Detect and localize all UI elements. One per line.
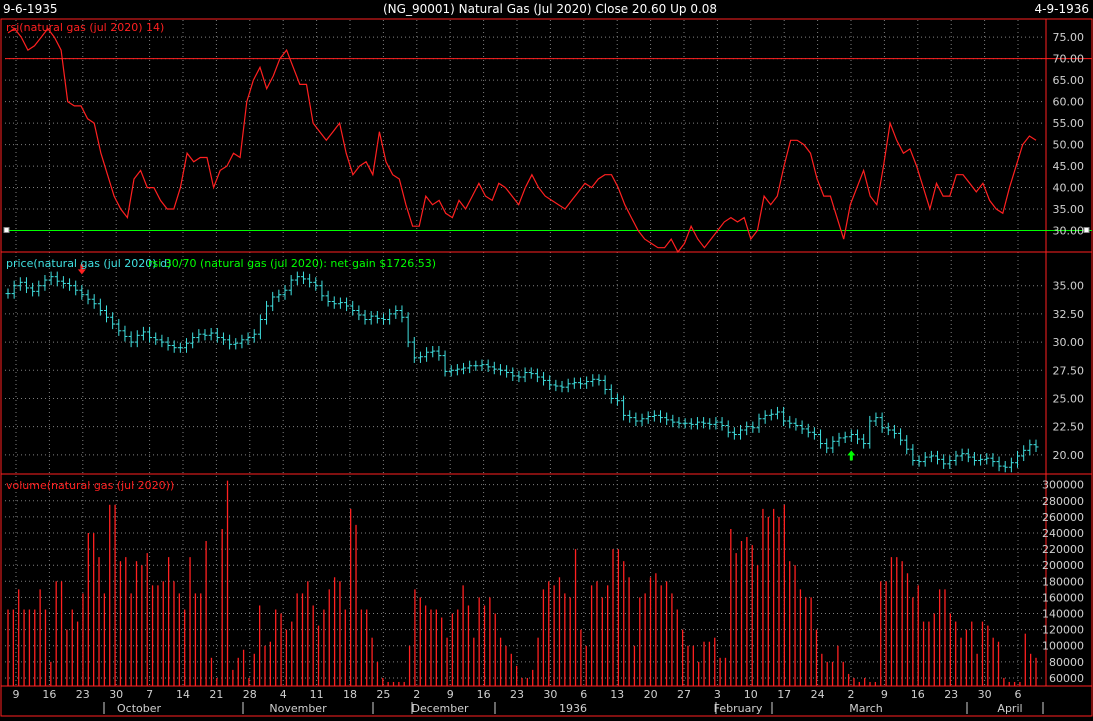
x-day-tick-label: 9 bbox=[881, 688, 888, 701]
x-day-tick-label: 24 bbox=[811, 688, 825, 701]
volume-tick-label: 120000 bbox=[1042, 624, 1084, 637]
chart-background bbox=[0, 0, 1093, 721]
price-tick-label: 27.50 bbox=[1053, 364, 1085, 377]
x-day-tick-label: 16 bbox=[911, 688, 925, 701]
x-day-tick-label: 3 bbox=[714, 688, 721, 701]
x-day-tick-label: 27 bbox=[677, 688, 691, 701]
rsi-tick-label: 45.00 bbox=[1053, 160, 1085, 173]
rsi-tick-label: 75.00 bbox=[1053, 31, 1085, 44]
volume-tick-label: 280000 bbox=[1042, 495, 1084, 508]
x-month-label: February bbox=[714, 702, 763, 715]
x-day-tick-label: 23 bbox=[76, 688, 90, 701]
x-day-tick-label: 16 bbox=[42, 688, 56, 701]
price-tick-label: 25.00 bbox=[1053, 392, 1085, 405]
volume-tick-label: 200000 bbox=[1042, 559, 1084, 572]
rsi-tick-label: 40.00 bbox=[1053, 182, 1085, 195]
x-day-tick-label: 14 bbox=[176, 688, 190, 701]
x-day-tick-label: 2 bbox=[413, 688, 420, 701]
price-tick-label: 30.00 bbox=[1053, 336, 1085, 349]
x-day-tick-label: 18 bbox=[343, 688, 357, 701]
volume-panel-title: volume(natural gas (jul 2020)) bbox=[6, 479, 174, 492]
x-day-tick-label: 23 bbox=[510, 688, 524, 701]
x-day-tick-label: 30 bbox=[109, 688, 123, 701]
x-day-tick-label: 9 bbox=[447, 688, 454, 701]
volume-tick-label: 160000 bbox=[1042, 591, 1084, 604]
x-day-tick-label: 11 bbox=[310, 688, 324, 701]
price-tick-label: 32.50 bbox=[1053, 308, 1085, 321]
x-day-tick-label: 30 bbox=[978, 688, 992, 701]
x-day-tick-label: 6 bbox=[1015, 688, 1022, 701]
volume-tick-label: 220000 bbox=[1042, 543, 1084, 556]
volume-tick-label: 80000 bbox=[1049, 656, 1084, 669]
rsi-tick-label: 55.00 bbox=[1053, 117, 1085, 130]
volume-tick-label: 100000 bbox=[1042, 640, 1084, 653]
x-day-tick-label: 25 bbox=[376, 688, 390, 701]
rsi-tick-label: 35.00 bbox=[1053, 203, 1085, 216]
x-day-tick-label: 10 bbox=[744, 688, 758, 701]
x-day-tick-label: 21 bbox=[209, 688, 223, 701]
x-day-tick-label: 13 bbox=[610, 688, 624, 701]
x-day-tick-label: 28 bbox=[243, 688, 257, 701]
rsi-tick-label: 60.00 bbox=[1053, 96, 1085, 109]
price-panel-subtitle: rsi 30/70 (natural gas (jul 2020): net g… bbox=[148, 257, 436, 270]
volume-tick-label: 300000 bbox=[1042, 479, 1084, 492]
rsi-tick-label: 65.00 bbox=[1053, 74, 1085, 87]
rsi-tick-label: 30.00 bbox=[1053, 225, 1085, 238]
rsi-line-handle bbox=[1083, 227, 1090, 234]
header-end-date: 4-9-1936 bbox=[1035, 2, 1089, 16]
volume-tick-label: 180000 bbox=[1042, 575, 1084, 588]
x-day-tick-label: 6 bbox=[580, 688, 587, 701]
x-day-tick-label: 2 bbox=[848, 688, 855, 701]
price-panel-title: price(natural gas (jul 2020) d) bbox=[6, 257, 171, 270]
x-day-tick-label: 30 bbox=[543, 688, 557, 701]
x-day-tick-label: 7 bbox=[146, 688, 153, 701]
x-month-label: October bbox=[117, 702, 161, 715]
price-tick-label: 20.00 bbox=[1053, 449, 1085, 462]
header-start-date: 9-6-1935 bbox=[3, 2, 57, 16]
rsi-panel-title: rsi(natural gas (jul 2020) 14) bbox=[6, 21, 164, 34]
price-tick-label: 35.00 bbox=[1053, 280, 1085, 293]
chart-canvas: 75.00 70.00 65.00 60.00 55.00 50.00 45.00 40.00… bbox=[0, 0, 1093, 721]
x-day-tick-label: 16 bbox=[477, 688, 491, 701]
header-title: (NG_90001) Natural Gas (Jul 2020) Close … bbox=[383, 2, 717, 16]
x-month-label: November bbox=[269, 702, 327, 715]
volume-tick-label: 60000 bbox=[1049, 672, 1084, 685]
volume-tick-label: 140000 bbox=[1042, 608, 1084, 621]
x-day-tick-label: 4 bbox=[280, 688, 287, 701]
rsi-line-handle bbox=[3, 227, 10, 234]
rsi-tick-label: 70.00 bbox=[1053, 53, 1085, 66]
x-day-tick-label: 9 bbox=[13, 688, 20, 701]
x-day-tick-label: 23 bbox=[944, 688, 958, 701]
x-month-label: March bbox=[849, 702, 883, 715]
price-tick-label: 22.50 bbox=[1053, 421, 1085, 434]
rsi-tick-label: 50.00 bbox=[1053, 139, 1085, 152]
x-day-tick-label: 20 bbox=[644, 688, 658, 701]
x-month-label: December bbox=[411, 702, 469, 715]
x-month-label: 1936 bbox=[559, 702, 587, 715]
x-day-tick-label: 17 bbox=[777, 688, 791, 701]
volume-tick-label: 260000 bbox=[1042, 511, 1084, 524]
volume-tick-label: 240000 bbox=[1042, 527, 1084, 540]
x-month-label: April bbox=[997, 702, 1022, 715]
